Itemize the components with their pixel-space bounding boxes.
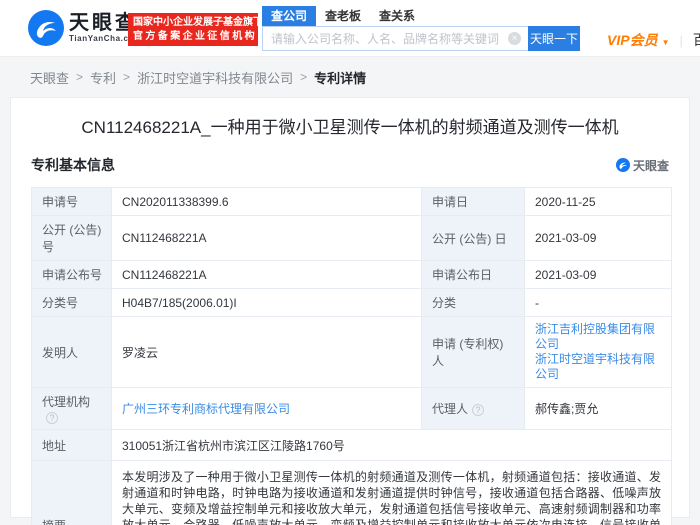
section-title: 专利基本信息 [31, 155, 115, 175]
table-row: 代理机构? 广州三环专利商标代理有限公司 代理人? 郝传鑫;贾允 [32, 388, 672, 430]
help-icon[interactable]: ? [46, 412, 58, 424]
value-abstract: 本发明涉及了一种用于微小卫星测传一体机的射频通道及测传一体机，射频通道包括：接收… [112, 461, 672, 525]
table-row: 申请号 CN202011338399.6 申请日 2020-11-25 [32, 188, 672, 216]
table-row: 公开 (公告) 号 CN112468221A 公开 (公告) 日 2021-03… [32, 216, 672, 261]
tianyancha-watermark-icon [616, 158, 630, 172]
applicant-company-link[interactable]: 浙江吉利控股集团有限公司 [535, 322, 661, 352]
table-row: 摘要 本发明涉及了一种用于微小卫星测传一体机的射频通道及测传一体机，射频通道包括… [32, 461, 672, 525]
header-right: VIP会员 ▼ | 百 [607, 30, 700, 50]
breadcrumb-separator: > [300, 70, 307, 84]
help-icon[interactable]: ? [472, 404, 484, 416]
toolbox-link[interactable]: 百 [693, 30, 700, 50]
patent-info-table: 申请号 CN202011338399.6 申请日 2020-11-25 公开 (… [31, 187, 672, 525]
breadcrumb-current: 专利详情 [314, 68, 366, 87]
badge-line2: 官方备案企业征信机构 [133, 30, 253, 44]
watermark-text: 天眼查 [633, 157, 669, 174]
label-applicant: 申请 (专利权) 人 [422, 317, 525, 388]
label-app-publication-number: 申请公布号 [32, 261, 112, 289]
label-abstract: 摘要 [32, 461, 112, 525]
patent-detail-page: 天眼查 TianYanCha.com 国家中小企业发展子基金旗下 官方备案企业征… [0, 0, 700, 525]
tianyancha-logo-icon [28, 10, 64, 46]
search-button[interactable]: 天眼一下 [528, 26, 580, 51]
agency-label-text: 代理机构 [42, 395, 90, 409]
tianyancha-logo[interactable]: 天眼查 TianYanCha.com [28, 10, 142, 46]
value-publication-date: 2021-03-09 [525, 216, 672, 261]
patent-detail-card: CN112468221A_一种用于微小卫星测传一体机的射频通道及测传一体机 专利… [10, 97, 690, 518]
value-inventor: 罗凌云 [112, 317, 422, 388]
label-app-publication-date: 申请公布日 [422, 261, 525, 289]
breadcrumb-separator: > [123, 70, 130, 84]
agency-link[interactable]: 广州三环专利商标代理有限公司 [122, 400, 290, 417]
label-application-number: 申请号 [32, 188, 112, 216]
label-agency: 代理机构? [32, 388, 112, 430]
page-title: CN112468221A_一种用于微小卫星测传一体机的射频通道及测传一体机 [31, 116, 669, 140]
tab-search-relation[interactable]: 查关系 [370, 6, 424, 26]
top-header: 天眼查 TianYanCha.com 国家中小企业发展子基金旗下 官方备案企业征… [0, 0, 700, 57]
value-application-date: 2020-11-25 [525, 188, 672, 216]
table-row: 发明人 罗凌云 申请 (专利权) 人 浙江吉利控股集团有限公司 浙江时空道宇科技… [32, 317, 672, 388]
value-classification: - [525, 289, 672, 317]
tab-search-company[interactable]: 查公司 [262, 6, 316, 26]
label-application-date: 申请日 [422, 188, 525, 216]
value-agent: 郝传鑫;贾允 [525, 388, 672, 430]
watermark: 天眼查 [616, 157, 669, 174]
value-classification-number: H04B7/185(2006.01)I [112, 289, 422, 317]
label-classification-number: 分类号 [32, 289, 112, 317]
search-module: 查公司 查老板 查关系 × 天眼一下 [262, 6, 580, 51]
search-tabs: 查公司 查老板 查关系 [262, 6, 580, 26]
breadcrumb-separator: > [76, 70, 83, 84]
breadcrumb: 天眼查 > 专利 > 浙江时空道宇科技有限公司 > 专利详情 [30, 58, 366, 96]
value-application-number: CN202011338399.6 [112, 188, 422, 216]
value-applicant: 浙江吉利控股集团有限公司 浙江时空道宇科技有限公司 [525, 317, 672, 388]
label-inventor: 发明人 [32, 317, 112, 388]
label-publication-number: 公开 (公告) 号 [32, 216, 112, 261]
vip-label: VIP会员 [607, 32, 658, 48]
search-row: × 天眼一下 [262, 26, 580, 51]
applicant-company-link[interactable]: 浙江时空道宇科技有限公司 [535, 352, 661, 382]
label-classification: 分类 [422, 289, 525, 317]
label-address: 地址 [32, 430, 112, 461]
breadcrumb-company[interactable]: 浙江时空道宇科技有限公司 [137, 68, 293, 87]
header-divider: | [680, 33, 683, 48]
value-publication-number: CN112468221A [112, 216, 422, 261]
agent-label-text: 代理人 [432, 402, 468, 416]
table-row: 分类号 H04B7/185(2006.01)I 分类 - [32, 289, 672, 317]
value-app-publication-date: 2021-03-09 [525, 261, 672, 289]
badge-line1: 国家中小企业发展子基金旗下 [133, 15, 253, 30]
value-agency: 广州三环专利商标代理有限公司 [112, 388, 422, 430]
value-app-publication-number: CN112468221A [112, 261, 422, 289]
label-publication-date: 公开 (公告) 日 [422, 216, 525, 261]
section-header: 专利基本信息 天眼查 [31, 156, 669, 174]
table-row: 地址 310051浙江省杭州市滨江区江陵路1760号 [32, 430, 672, 461]
breadcrumb-home[interactable]: 天眼查 [30, 68, 69, 87]
vip-member-link[interactable]: VIP会员 ▼ [607, 30, 670, 50]
clear-icon[interactable]: × [508, 32, 521, 45]
breadcrumb-patent[interactable]: 专利 [90, 68, 116, 87]
search-input[interactable] [262, 26, 528, 51]
label-agent: 代理人? [422, 388, 525, 430]
value-address: 310051浙江省杭州市滨江区江陵路1760号 [112, 430, 672, 461]
table-row: 申请公布号 CN112468221A 申请公布日 2021-03-09 [32, 261, 672, 289]
tab-search-boss[interactable]: 查老板 [316, 6, 370, 26]
caret-down-icon: ▼ [662, 38, 670, 47]
certification-badge: 国家中小企业发展子基金旗下 官方备案企业征信机构 [128, 13, 258, 46]
